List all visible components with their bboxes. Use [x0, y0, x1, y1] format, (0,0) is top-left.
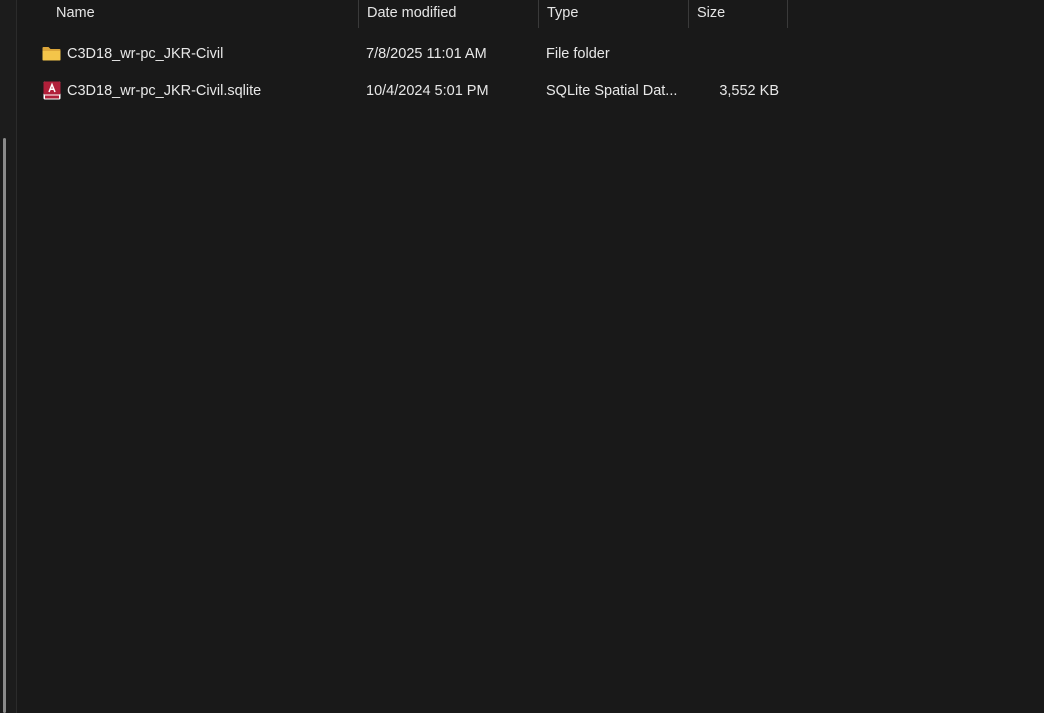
column-header-name[interactable]: Name [48, 0, 358, 28]
file-type: SQLite Spatial Dat... [546, 83, 678, 99]
column-header-date-modified[interactable]: Date modified [358, 0, 538, 28]
navigation-scrollbar[interactable] [3, 138, 6, 713]
column-header-row: ⌃ Name Date modified Type Size [17, 0, 1044, 28]
file-name: C3D18_wr-pc_JKR-Civil [67, 46, 224, 62]
file-size: 3,552 KB [719, 83, 779, 99]
column-header-type[interactable]: Type [538, 0, 688, 28]
sqlite-file-icon [43, 81, 61, 100]
column-header-size[interactable]: Size [688, 0, 788, 28]
file-size [696, 36, 779, 72]
folder-icon [42, 47, 61, 61]
navigation-pane [0, 0, 17, 713]
file-row[interactable]: C3D18_wr-pc_JKR-Civil.sqlite 10/4/2024 5… [36, 73, 796, 109]
file-name: C3D18_wr-pc_JKR-Civil.sqlite [67, 83, 262, 99]
file-explorer-details-view: ⌃ Name Date modified Type Size C3D18_wr-… [0, 0, 1044, 713]
file-row[interactable]: C3D18_wr-pc_JKR-Civil 7/8/2025 11:01 AM … [36, 36, 796, 72]
file-date-modified: 10/4/2024 5:01 PM [366, 83, 489, 99]
file-date-modified: 7/8/2025 11:01 AM [366, 46, 487, 62]
file-type: File folder [546, 46, 610, 62]
